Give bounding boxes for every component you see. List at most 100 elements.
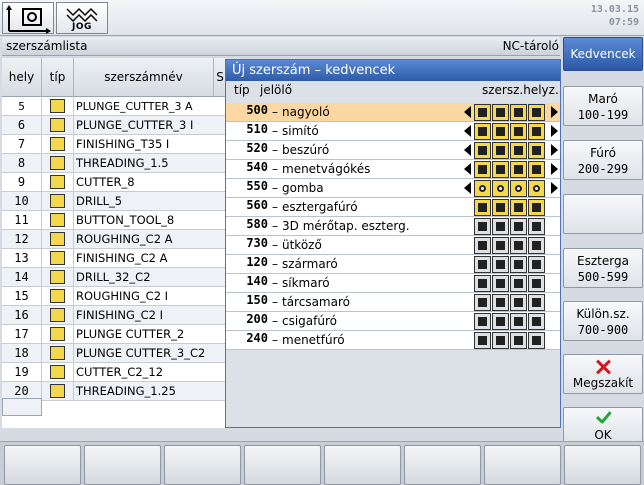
dialog-tool-row[interactable]: 560– esztergafúró [226,198,560,217]
tool-position-icon[interactable] [492,123,509,140]
tool-position-icon[interactable] [528,123,545,140]
column-name[interactable]: szerszámnév [74,58,214,97]
tool-position-icon[interactable] [492,256,509,273]
tool-position-icon[interactable] [528,218,545,235]
table-row[interactable]: 19 CUTTER_C2_12 [2,363,226,382]
tool-position-icon[interactable] [528,161,545,178]
ok-softkey[interactable]: OK [563,407,643,445]
dialog-tool-row[interactable]: 200– csigafúró [226,312,560,331]
drill-softkey[interactable]: Fúró 200-299 [563,140,643,180]
tool-position-icon[interactable] [510,237,527,254]
table-row[interactable]: 9 CUTTER_8 [2,173,226,192]
tool-position-icon[interactable] [492,313,509,330]
horizontal-softkey-2[interactable] [84,445,161,485]
arrow-right-icon[interactable] [551,144,558,156]
arrow-right-icon[interactable] [551,182,558,194]
tool-position-icon[interactable] [510,199,527,216]
table-row[interactable]: 6 PLUNGE_CUTTER_3 I [2,116,226,135]
tool-position-icon[interactable] [528,256,545,273]
tool-position-icon[interactable] [510,142,527,159]
dialog-tool-row[interactable]: 120– szármaró [226,255,560,274]
table-row[interactable]: 14 DRILL_32_C2 [2,268,226,287]
tool-position-icon[interactable] [510,294,527,311]
horizontal-softkey-4[interactable] [244,445,321,485]
tool-position-icon[interactable] [474,104,491,121]
machine-mode-icon[interactable] [2,2,54,34]
tool-position-icon[interactable] [510,332,527,349]
tool-position-icon[interactable] [510,256,527,273]
tool-position-icon[interactable] [492,218,509,235]
tool-position-icon[interactable] [474,123,491,140]
dialog-tool-row[interactable]: 520– beszúró [226,141,560,160]
tool-position-icon[interactable] [474,199,491,216]
tool-position-icon[interactable] [528,237,545,254]
tool-position-icon[interactable] [492,104,509,121]
tool-position-icon[interactable] [528,199,545,216]
tool-position-icon[interactable] [510,104,527,121]
tool-position-icon[interactable] [492,180,509,197]
table-row[interactable]: 16 FINISHING_C2 I [2,306,226,325]
tool-position-icon[interactable] [474,313,491,330]
tool-position-icon[interactable] [510,161,527,178]
tool-position-icon[interactable] [528,294,545,311]
tool-position-icon[interactable] [510,275,527,292]
table-row[interactable]: 13 FINISHING_C2 A [2,249,226,268]
dialog-tool-row[interactable]: 730– ütköző [226,236,560,255]
empty-softkey[interactable] [563,194,643,234]
table-row[interactable]: 10 DRILL_5 [2,192,226,211]
tool-position-icon[interactable] [492,237,509,254]
tool-position-icon[interactable] [474,256,491,273]
horizontal-softkey-3[interactable] [164,445,241,485]
tool-position-icon[interactable] [492,142,509,159]
dialog-tool-row[interactable]: 540– menetvágókés [226,160,560,179]
tool-position-icon[interactable] [528,313,545,330]
jog-mode-icon[interactable]: JOG [56,2,108,34]
tool-position-icon[interactable] [528,142,545,159]
tool-position-icon[interactable] [474,332,491,349]
tool-position-icon[interactable] [474,142,491,159]
turn-softkey[interactable]: Eszterga 500-599 [563,248,643,288]
tool-position-icon[interactable] [492,199,509,216]
dialog-tool-row[interactable]: 240– menetfúró [226,331,560,350]
dialog-tool-row[interactable]: 550– gomba [226,179,560,198]
tool-position-icon[interactable] [528,275,545,292]
column-type[interactable]: típ [42,58,74,97]
favorites-softkey[interactable]: Kedvencek [563,37,643,71]
tool-position-icon[interactable] [510,123,527,140]
horizontal-softkey-5[interactable] [324,445,401,485]
tool-position-icon[interactable] [510,313,527,330]
tool-position-icon[interactable] [474,294,491,311]
column-place[interactable]: hely [2,58,42,97]
tool-position-icon[interactable] [492,161,509,178]
empty-place-cell[interactable] [2,398,42,416]
table-row[interactable]: 17 PLUNGE CUTTER_2 [2,325,226,344]
table-row[interactable]: 15 ROUGHING_C2 I [2,287,226,306]
tool-position-icon[interactable] [474,275,491,292]
dialog-tool-row[interactable]: 500– nagyoló [226,103,560,122]
tool-position-icon[interactable] [510,218,527,235]
tool-position-icon[interactable] [510,180,527,197]
tool-position-icon[interactable] [492,275,509,292]
dialog-tool-row[interactable]: 580–3D mérőtap. eszterg. [226,217,560,236]
cancel-softkey[interactable]: Megszakít [563,354,643,394]
tool-position-icon[interactable] [528,180,545,197]
arrow-right-icon[interactable] [551,125,558,137]
tool-position-icon[interactable] [474,218,491,235]
table-row[interactable]: 8 THREADING_1.5 [2,154,226,173]
horizontal-softkey-1[interactable] [4,445,81,485]
table-row[interactable]: 7 FINISHING_T35 I [2,135,226,154]
table-row[interactable]: 11 BUTTON_TOOL_8 [2,211,226,230]
arrow-right-icon[interactable] [551,106,558,118]
table-row[interactable]: 5 PLUNGE_CUTTER_3 A [2,97,226,116]
tool-position-icon[interactable] [492,332,509,349]
tool-position-icon[interactable] [528,332,545,349]
table-row[interactable]: 18 PLUNGE CUTTER_3_C2 [2,344,226,363]
tool-position-icon[interactable] [492,294,509,311]
horizontal-softkey-7[interactable] [484,445,561,485]
dialog-tool-row[interactable]: 150– tárcsamaró [226,293,560,312]
special-softkey[interactable]: Külön.sz. 700-900 [563,301,643,341]
horizontal-softkey-6[interactable] [404,445,481,485]
arrow-right-icon[interactable] [551,163,558,175]
dialog-tool-row[interactable]: 140– síkmaró [226,274,560,293]
tool-position-icon[interactable] [474,237,491,254]
